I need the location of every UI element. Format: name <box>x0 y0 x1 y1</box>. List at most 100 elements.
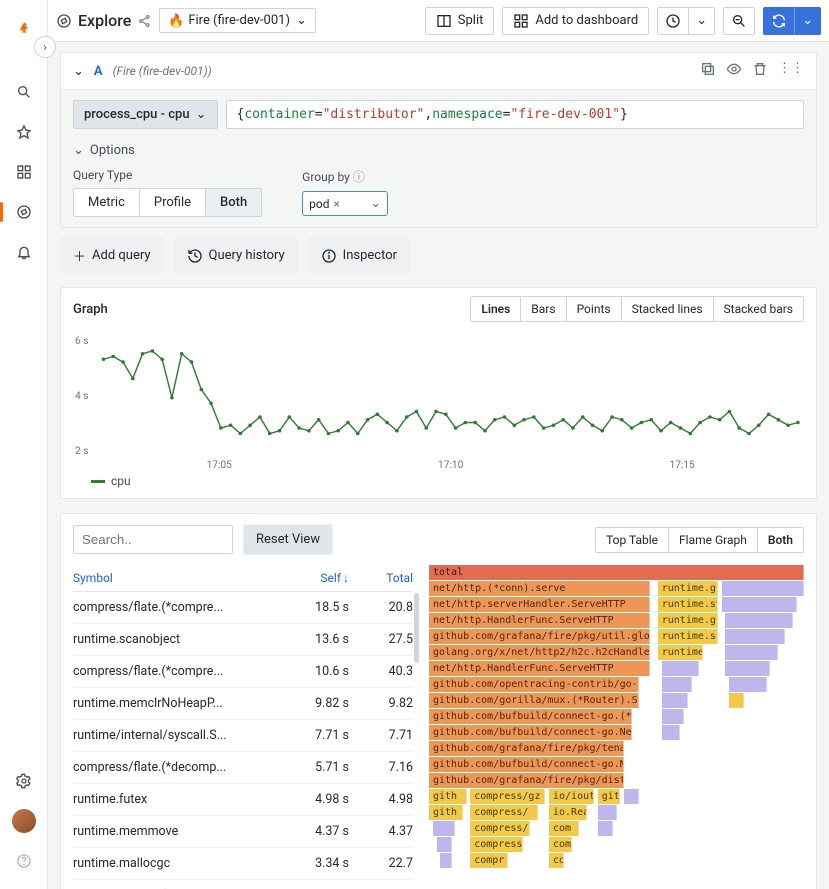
flame-block[interactable]: runtime.gcBgMarkWorker <box>658 581 718 596</box>
flame-block[interactable]: com <box>549 853 564 868</box>
flame-block[interactable]: net/http.serverHandler.ServeHTTP <box>429 597 650 612</box>
flame-block[interactable] <box>662 709 685 724</box>
graph-mode-option[interactable]: Stacked bars <box>714 297 803 321</box>
flame-block[interactable] <box>725 661 770 676</box>
graph-mode-option[interactable]: Stacked lines <box>622 297 714 321</box>
flame-block[interactable]: golang.org/x/net/http2/h2c.h2cHandler <box>429 645 650 660</box>
collapse-sidebar-icon[interactable]: › <box>34 36 56 58</box>
drag-handle-icon[interactable]: ⋮⋮ <box>778 61 804 81</box>
table-row[interactable]: runtime.scanobject13.6 s27.5 <box>73 624 413 656</box>
flame-block[interactable] <box>725 613 793 628</box>
view-mode-option[interactable]: Top Table <box>596 528 669 552</box>
legend-item[interactable]: cpu <box>73 474 804 488</box>
flame-block[interactable]: compress/ <box>470 837 523 852</box>
col-total[interactable]: Total <box>349 571 413 585</box>
trash-icon[interactable] <box>752 61 768 81</box>
flame-block[interactable] <box>729 693 744 708</box>
share-icon[interactable] <box>137 13 153 29</box>
flame-block[interactable] <box>722 597 797 612</box>
table-row[interactable]: compress/flate.(*compre...10.6 s40.3 <box>73 656 413 688</box>
add-query-button[interactable]: ＋Add query <box>60 238 164 273</box>
scrollbar[interactable] <box>414 593 419 663</box>
copy-icon[interactable] <box>700 61 716 81</box>
explore-icon[interactable] <box>8 196 40 228</box>
star-icon[interactable] <box>8 116 40 148</box>
flame-block[interactable] <box>662 693 688 708</box>
split-button[interactable]: Split <box>425 7 495 35</box>
flame-block[interactable]: runtime.scanobject <box>658 629 718 644</box>
graph-mode-option[interactable]: Bars <box>521 297 566 321</box>
table-row[interactable]: runtime.memmove4.37 s4.37 <box>73 816 413 848</box>
flame-block[interactable] <box>725 645 778 660</box>
collapse-query-icon[interactable]: ⌄ <box>73 64 84 79</box>
time-series-chart[interactable]: 2 s4 s6 s17:0517:1017:15 <box>73 334 804 474</box>
flame-block[interactable]: github.com/grafana/fire/pkg/util.glob <box>429 629 650 644</box>
flame-block[interactable] <box>598 821 613 836</box>
settings-gear-icon[interactable] <box>8 765 40 797</box>
search-icon[interactable] <box>8 76 40 108</box>
dashboards-icon[interactable] <box>8 156 40 188</box>
flame-block[interactable] <box>725 629 785 644</box>
profile-type-select[interactable]: process_cpu - cpu ⌄ <box>73 100 218 129</box>
flame-block[interactable] <box>729 677 767 692</box>
flame-block[interactable]: net/http.(*conn).serve <box>429 581 650 596</box>
flame-graph[interactable]: totalnet/http.(*conn).serve runtime.gcBgM… <box>429 565 804 889</box>
flame-block[interactable]: com <box>549 837 572 852</box>
flame-block[interactable]: runtime.gcDrain <box>658 613 718 628</box>
remove-tag-icon[interactable]: × <box>334 197 340 211</box>
table-row[interactable]: runtime.mallocgc3.34 s22.7 <box>73 848 413 880</box>
alert-icon[interactable] <box>8 236 40 268</box>
help-icon[interactable] <box>8 845 40 877</box>
table-row[interactable]: compress/flate.(*compre...18.5 s20.8 <box>73 592 413 624</box>
grafana-logo-icon[interactable] <box>8 12 40 44</box>
info-icon[interactable]: ⓘ <box>353 170 365 184</box>
query-type-option[interactable]: Metric <box>74 189 140 216</box>
flame-block[interactable] <box>440 853 451 868</box>
flame-block[interactable] <box>662 661 700 676</box>
datasource-picker[interactable]: 🔥 Fire (fire-dev-001) ⌄ <box>159 8 316 33</box>
flame-block[interactable]: github.com/opentracing-contrib/go-stdlib <box>429 677 639 692</box>
flame-block[interactable]: gith <box>429 789 467 804</box>
flame-block[interactable]: github.com/bufbuild/connect-go.NewUnary <box>429 757 624 772</box>
chevron-down-icon[interactable]: ⌄ <box>688 7 715 35</box>
flame-block[interactable]: gith <box>598 789 621 804</box>
flame-block[interactable] <box>437 837 452 852</box>
clock-icon[interactable] <box>657 7 688 35</box>
flame-block[interactable]: compr <box>470 853 508 868</box>
flame-block[interactable]: github.com/grafana/fire/pkg/distributor <box>429 773 624 788</box>
query-history-button[interactable]: Query history <box>174 238 298 273</box>
flame-block[interactable]: runtime. <box>658 645 703 660</box>
flame-block[interactable]: io/ioutil <box>549 789 594 804</box>
reset-view-button[interactable]: Reset View <box>243 524 333 555</box>
col-self[interactable]: Self↓ <box>285 571 349 585</box>
flame-block[interactable]: net/http.HandlerFunc.ServeHTTP <box>429 613 650 628</box>
add-to-dashboard-button[interactable]: Add to dashboard <box>502 7 649 35</box>
flame-block[interactable] <box>662 677 692 692</box>
flame-block[interactable]: compress/gz <box>470 789 545 804</box>
flame-block[interactable] <box>722 581 805 596</box>
flame-block[interactable] <box>662 725 681 740</box>
flame-block[interactable]: runtime.systemstack <box>658 597 718 612</box>
flame-block[interactable]: gith <box>429 805 463 820</box>
flame-block[interactable]: net/http.HandlerFunc.ServeHTTP <box>429 661 650 676</box>
user-avatar[interactable] <box>8 805 40 837</box>
zoom-out-button[interactable] <box>723 7 755 35</box>
flame-block[interactable]: github.com/bufbuild/connect-go.(*Handler… <box>429 709 632 724</box>
inspector-button[interactable]: Inspector <box>308 238 410 273</box>
flame-block[interactable]: io.ReadAll <box>549 805 587 820</box>
flame-block[interactable]: github.com/bufbuild/connect-go.NewUnary <box>429 725 632 740</box>
options-toggle[interactable]: ⌄ Options <box>73 143 804 158</box>
query-type-option[interactable]: Both <box>206 189 261 216</box>
flame-block[interactable]: compress/ <box>470 805 538 820</box>
run-dropdown-button[interactable]: ⌄ <box>794 7 821 35</box>
group-by-input[interactable]: pod × ⌄ <box>302 191 388 216</box>
time-picker[interactable]: ⌄ <box>657 7 715 35</box>
flame-block[interactable]: github.com/gorilla/mux.(*Router).ServeHT… <box>429 693 639 708</box>
table-row[interactable]: runtime.memclrNoHeapP...9.82 s9.82 <box>73 688 413 720</box>
table-row[interactable]: runtime/internal/syscall.S...7.71 s7.71 <box>73 720 413 752</box>
flame-block[interactable]: com <box>549 821 579 836</box>
flame-block[interactable]: compress/ <box>470 821 530 836</box>
flame-block[interactable]: total <box>429 565 804 580</box>
run-query-button[interactable] <box>763 7 794 35</box>
table-row[interactable]: compress/flate.(*decomp...3.15 s13.1 <box>73 880 413 889</box>
